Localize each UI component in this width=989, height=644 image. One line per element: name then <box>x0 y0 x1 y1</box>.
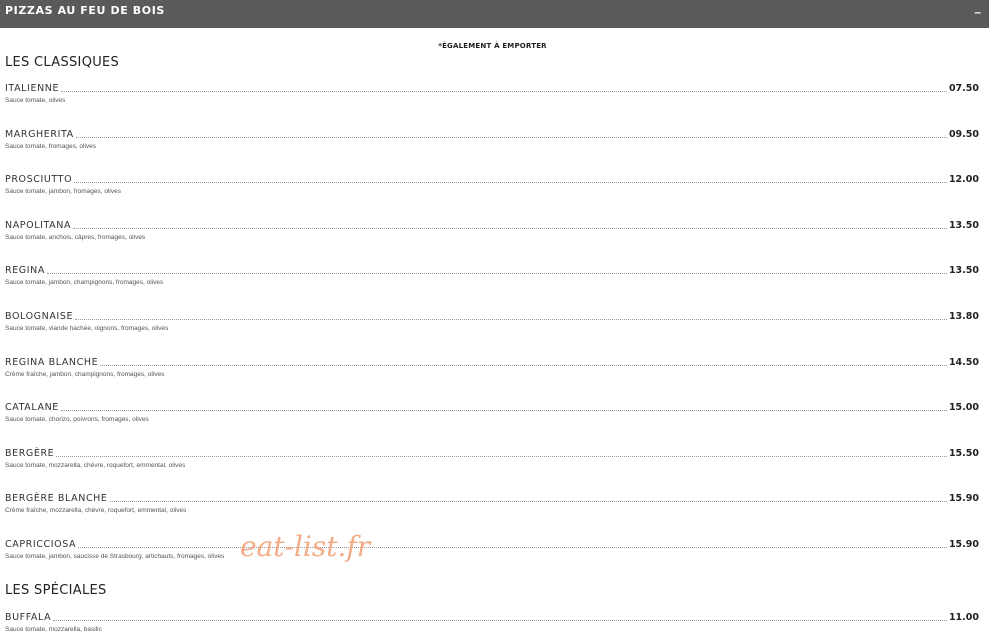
menu-item: REGINA BLANCHE 14.50 Crème fraîche, jambo… <box>5 355 979 385</box>
menu-item-price: 15.90 <box>948 493 979 504</box>
menu-item-price: 12.00 <box>948 174 979 185</box>
menu-item-price: 09.50 <box>948 129 979 140</box>
dotted-leader <box>53 619 947 621</box>
section-header-title: PIZZAS AU FEU DE BOIS <box>5 4 165 17</box>
menu-item: BOLOGNAISE 13.80 Sauce tomate, viande hac… <box>5 309 979 339</box>
menu-item: BERGÈRE BLANCHE 15.90 Crème fraîche, mozz… <box>5 491 979 521</box>
dotted-leader <box>46 272 947 274</box>
menu-item: REGINA 13.50 Sauce tomate, jambon, champi… <box>5 263 979 293</box>
dotted-leader <box>74 181 947 183</box>
menu-item: MARGHERITA 09.50 Sauce tomate, fromages, … <box>5 127 979 157</box>
menu-item-name: BOLOGNAISE <box>5 311 74 322</box>
dotted-leader <box>109 500 947 502</box>
menu-item-name: NAPOLITANA <box>5 220 72 231</box>
dotted-leader <box>56 455 947 457</box>
menu-item-price: 13.50 <box>948 220 979 231</box>
menu-item-price: 07.50 <box>948 83 979 94</box>
menu-item-description: Crème fraîche, jambon, champignons, from… <box>5 371 165 378</box>
category-title-speciales: LES SPÉCIALES <box>5 583 107 598</box>
menu-item-name: BERGÈRE BLANCHE <box>5 493 108 504</box>
menu-item-description: Sauce tomate, mozzarella, chèvre, roquef… <box>5 462 186 469</box>
dotted-leader <box>78 546 947 548</box>
dotted-leader <box>60 409 947 411</box>
menu-item-description: Sauce tomate, anchois, câpres, fromages,… <box>5 234 146 241</box>
menu-item-description: Sauce tomate, fromages, olives <box>5 143 97 150</box>
menu-item: CAPRICCIOSA 15.90 Sauce tomate, jambon, s… <box>5 537 979 567</box>
menu-item-name: BUFFALA <box>5 612 52 623</box>
menu-item: ITALIENNE 07.50 Sauce tomate, olives <box>5 81 979 111</box>
menu-item-name: REGINA BLANCHE <box>5 357 99 368</box>
menu-item-price: 13.50 <box>948 265 979 276</box>
menu-item-description: Sauce tomate, olives <box>5 97 66 104</box>
dotted-leader <box>73 227 947 229</box>
menu-item-description: Crème fraîche, mozzarella, chèvre, roque… <box>5 507 187 514</box>
menu-item-name: CAPRICCIOSA <box>5 539 77 550</box>
menu-item-name: MARGHERITA <box>5 129 74 140</box>
dotted-leader <box>75 136 947 138</box>
menu-item-price: 15.50 <box>948 448 979 459</box>
menu-item-description: Sauce tomate, jambon, saucisse de Strasb… <box>5 553 225 560</box>
watermark-logo: eat-list.fr <box>240 530 371 563</box>
dotted-leader <box>61 90 947 92</box>
menu-item-name: BERGÈRE <box>5 448 55 459</box>
menu-item-description: Sauce tomate, chorizo, poivrons, fromage… <box>5 416 149 423</box>
menu-item-description: Sauce tomate, jambon, fromages, olives <box>5 188 121 195</box>
menu-item-description: Sauce tomate, viande hachée, oignons, fr… <box>5 325 169 332</box>
menu-item-name: PROSCIUTTO <box>5 174 73 185</box>
menu-item: BUFFALA 11.00 Sauce tomate, mozzarella, b… <box>5 610 979 640</box>
collapse-icon[interactable]: – <box>974 5 981 19</box>
dotted-leader <box>100 364 947 366</box>
menu-item-name: ITALIENNE <box>5 83 60 94</box>
menu-item: NAPOLITANA 13.50 Sauce tomate, anchois, c… <box>5 218 979 248</box>
menu-section-header[interactable]: PIZZAS AU FEU DE BOIS – <box>0 0 989 28</box>
menu-item-price: 11.00 <box>948 612 979 623</box>
menu-item-price: 15.00 <box>948 402 979 413</box>
menu-item: CATALANE 15.00 Sauce tomate, chorizo, poi… <box>5 400 979 430</box>
menu-item-description: Sauce tomate, mozzarella, basilic <box>5 626 102 633</box>
dotted-leader <box>75 318 947 320</box>
menu-item: BERGÈRE 15.50 Sauce tomate, mozzarella, c… <box>5 446 979 476</box>
menu-item-name: REGINA <box>5 265 45 276</box>
menu-item-description: Sauce tomate, jambon, champignons, froma… <box>5 279 164 286</box>
menu-item-price: 13.80 <box>948 311 979 322</box>
menu-item: PROSCIUTTO 12.00 Sauce tomate, jambon, fr… <box>5 172 979 202</box>
menu-item-price: 14.50 <box>948 357 979 368</box>
takeaway-note: *ÉGALEMENT À EMPORTER <box>438 42 547 50</box>
category-title-classiques: LES CLASSIQUES <box>5 55 120 70</box>
menu-item-name: CATALANE <box>5 402 59 413</box>
menu-item-price: 15.90 <box>948 539 979 550</box>
